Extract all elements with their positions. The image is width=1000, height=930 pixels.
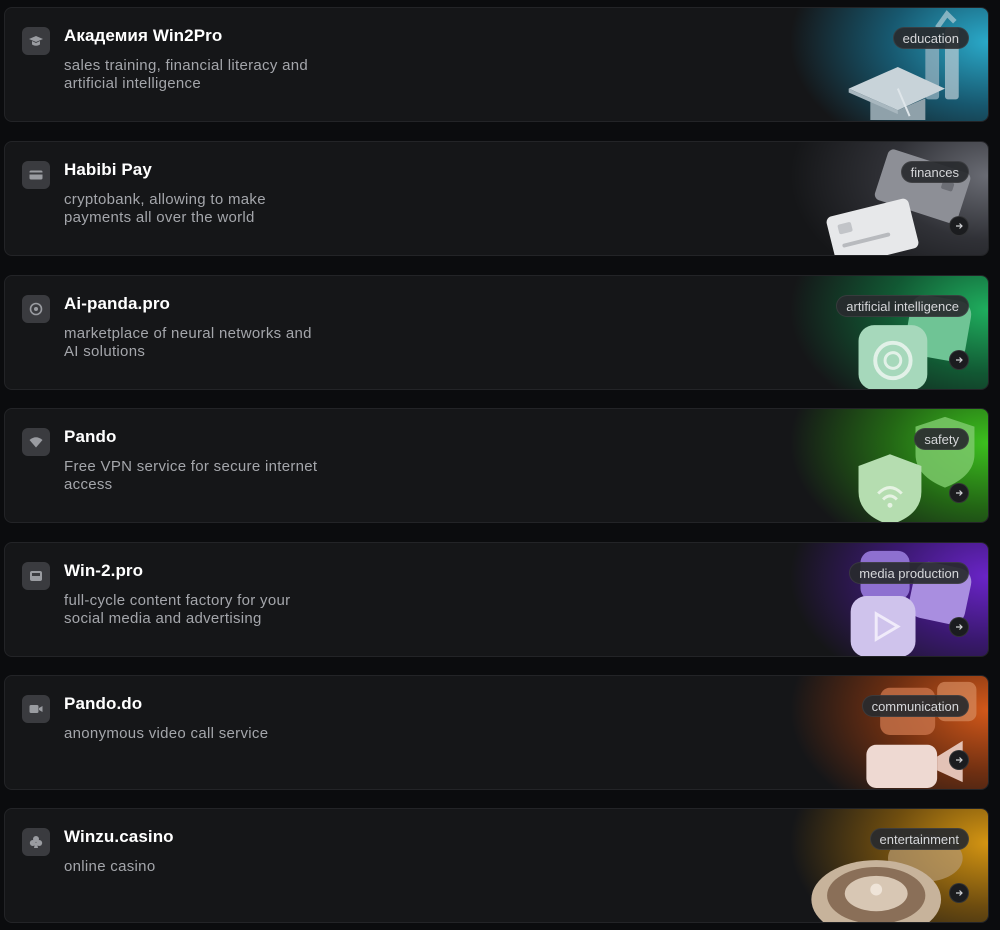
project-card-win-2-pro[interactable]: Win-2.pro full-cycle content factory for… <box>4 542 989 657</box>
ai-tiles-illustration <box>858 294 972 389</box>
credit-card-icon <box>22 161 50 189</box>
category-tag: entertainment <box>869 828 969 850</box>
arrow-right-icon[interactable] <box>949 350 969 370</box>
category-tag: artificial intelligence <box>836 295 969 317</box>
media-icon <box>22 562 50 590</box>
arrow-right-icon[interactable] <box>949 750 969 770</box>
category-tag: communication <box>861 695 969 717</box>
category-tag: safety <box>914 428 969 450</box>
project-card-habibi-pay[interactable]: Habibi Pay cryptobank, allowing to make … <box>4 141 989 256</box>
shields-illustration <box>858 416 975 522</box>
project-card-ai-panda[interactable]: Ai-panda.pro marketplace of neural netwo… <box>4 275 989 390</box>
ai-knot-icon <box>22 295 50 323</box>
club-suit-icon <box>22 828 50 856</box>
card-description: full-cycle content factory for your soci… <box>64 592 291 627</box>
video-camera-illustration <box>866 681 977 789</box>
card-title: Академия Win2Pro <box>64 26 223 45</box>
card-description: anonymous video call service <box>64 725 269 742</box>
credit-cards-illustration <box>826 149 971 255</box>
graduation-cap-illustration <box>848 10 959 121</box>
video-camera-icon <box>22 695 50 723</box>
project-card-win2pro-academy[interactable]: Академия Win2Pro sales training, financi… <box>4 7 989 122</box>
card-title: Habibi Pay <box>64 160 152 179</box>
card-description: online casino <box>64 858 156 875</box>
arrow-right-icon[interactable] <box>949 216 969 236</box>
card-title: Pando.do <box>64 694 143 713</box>
project-card-winzu-casino[interactable]: Winzu.casino online casino entertainment <box>4 808 989 923</box>
arrow-right-icon[interactable] <box>949 617 969 637</box>
category-tag: finances <box>900 161 969 183</box>
card-description: cryptobank, allowing to make payments al… <box>64 191 266 226</box>
card-title: Winzu.casino <box>64 827 174 846</box>
project-card-pando[interactable]: Pando Free VPN service for secure intern… <box>4 408 989 523</box>
wifi-icon <box>22 428 50 456</box>
card-description: marketplace of neural networks and AI so… <box>64 325 312 360</box>
category-tag: education <box>892 27 969 49</box>
arrow-right-icon[interactable] <box>949 483 969 503</box>
arrow-right-icon[interactable] <box>949 883 969 903</box>
card-title: Win-2.pro <box>64 561 144 580</box>
category-tag: media production <box>849 562 969 584</box>
project-card-pando-do[interactable]: Pando.do anonymous video call service co… <box>4 675 989 790</box>
card-title: Pando <box>64 427 117 446</box>
card-description: Free VPN service for secure internet acc… <box>64 458 318 493</box>
card-title: Ai-panda.pro <box>64 294 171 313</box>
card-description: sales training, financial literacy and a… <box>64 57 309 92</box>
media-tiles-illustration <box>850 550 972 656</box>
roulette-illustration <box>811 834 963 922</box>
graduation-cap-icon <box>22 27 50 55</box>
